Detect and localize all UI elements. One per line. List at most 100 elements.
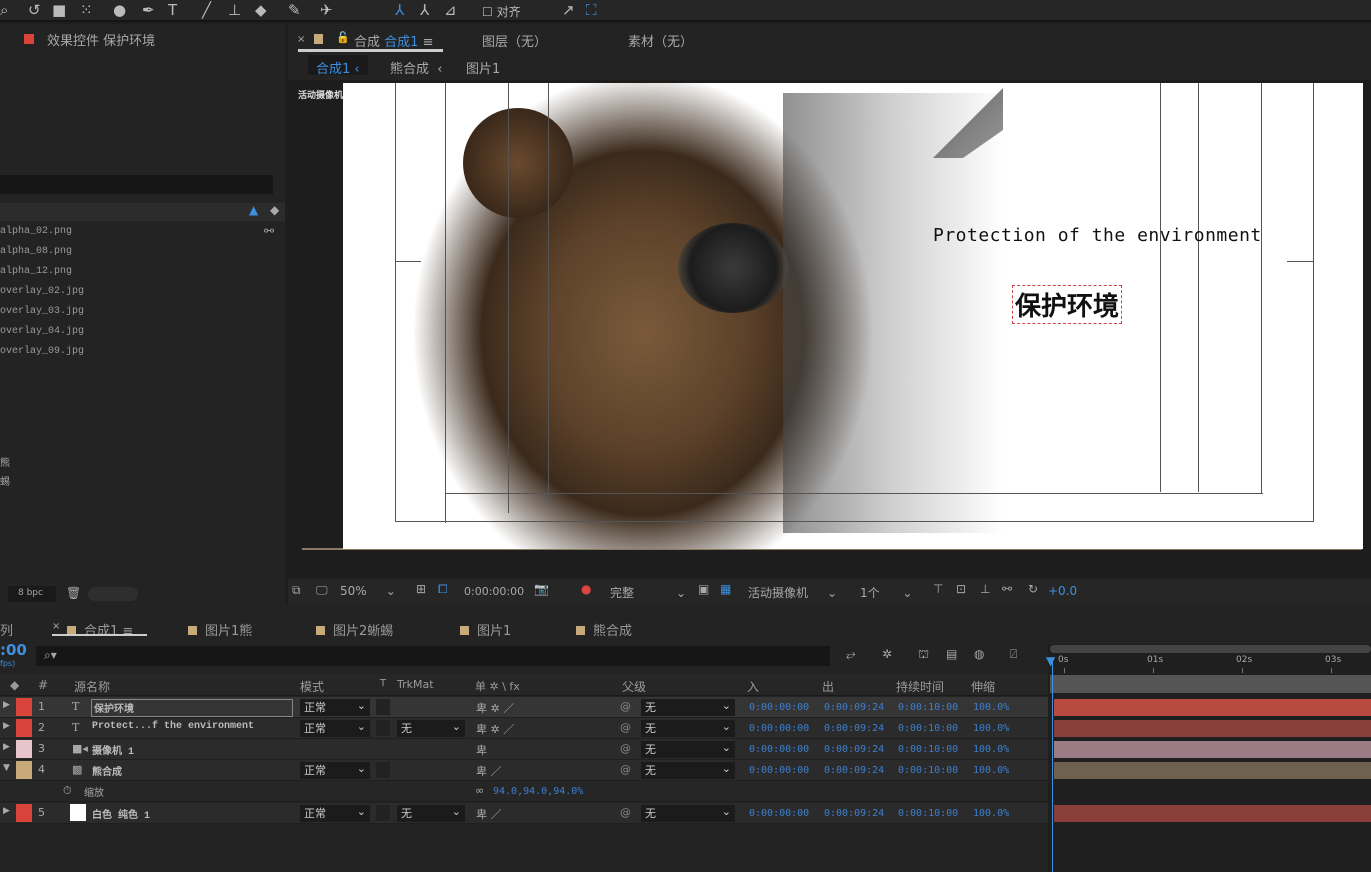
timeline-tab[interactable]: 图片2蜥蜴 bbox=[316, 620, 393, 639]
time-navigator[interactable] bbox=[1050, 675, 1371, 693]
out-point[interactable]: 0:00:09:24 bbox=[824, 744, 884, 755]
breadcrumb-bear-comp[interactable]: 熊合成 ‹ bbox=[390, 58, 442, 77]
channel-icon[interactable]: ● bbox=[581, 582, 591, 596]
pen-icon[interactable]: ✒ bbox=[142, 1, 155, 19]
out-point[interactable]: 0:00:09:24 bbox=[824, 702, 884, 713]
in-point[interactable]: 0:00:00:00 bbox=[749, 765, 809, 776]
rotate-icon[interactable]: ↺ bbox=[28, 1, 41, 19]
comp-text-chinese[interactable]: 保护环境 bbox=[1011, 285, 1123, 324]
layer-name[interactable]: 白色 纯色 1 bbox=[92, 806, 150, 822]
roi-icon[interactable]: ▣ bbox=[698, 582, 709, 596]
twirl-down-icon[interactable]: ▼ bbox=[3, 763, 10, 773]
preserve-transparency-toggle[interactable] bbox=[376, 699, 390, 715]
exposure-reset-icon[interactable]: ↻ bbox=[1028, 582, 1038, 596]
comp-text-english[interactable]: Protection of the environment bbox=[933, 225, 1262, 246]
pickwhip-icon[interactable]: @ bbox=[620, 806, 631, 819]
stretch[interactable]: 100.0% bbox=[973, 765, 1009, 776]
snap-icon[interactable]: ↗ bbox=[562, 1, 575, 19]
layer-label-color[interactable] bbox=[16, 740, 32, 758]
parent-select[interactable]: 无 ⌄ bbox=[641, 762, 735, 779]
tab-render-queue[interactable]: 列 bbox=[0, 620, 13, 639]
breadcrumb-comp1[interactable]: 合成1 ‹ bbox=[308, 55, 368, 77]
project-file-item[interactable]: alpha_08.png bbox=[0, 246, 72, 257]
blend-mode-select[interactable]: 正常 ⌄ bbox=[300, 805, 370, 822]
layer-row[interactable]: ▶ 5 白色 纯色 1 正常 ⌄ 无 ⌄ 卑 ／ @ 无 ⌄ 0:00:00:00 0… bbox=[0, 803, 1048, 824]
composition-mini-flowchart-icon[interactable]: ⥂ bbox=[846, 647, 856, 662]
preserve-transparency-toggle[interactable] bbox=[376, 720, 390, 736]
layer-row[interactable]: ▶ 2 T Protect...f the environment 正常 ⌄ 无 ⌄… bbox=[0, 718, 1048, 739]
ellipse-icon[interactable]: ● bbox=[113, 1, 126, 19]
in-point[interactable]: 0:00:00:00 bbox=[749, 723, 809, 734]
align-checkbox[interactable]: ☐ 对齐 bbox=[482, 3, 521, 20]
parent-select[interactable]: 无 ⌄ bbox=[641, 805, 735, 822]
blend-mode-select[interactable]: 正常 ⌄ bbox=[300, 720, 370, 737]
layer-row[interactable]: ▼ 4 ▩ 熊合成 正常 ⌄ 卑 ／ @ 无 ⌄ 0:00:00:00 0:00:0… bbox=[0, 760, 1048, 781]
out-point[interactable]: 0:00:09:24 bbox=[824, 765, 884, 776]
project-search-input[interactable] bbox=[0, 175, 273, 194]
project-file-item[interactable]: overlay_04.jpg bbox=[0, 326, 84, 337]
flowchart-icon[interactable]: ⚯ bbox=[1002, 582, 1012, 596]
shy-switch[interactable]: 卑 ✲ ／ bbox=[476, 700, 514, 716]
sort-ascending-icon[interactable]: ▲ bbox=[249, 203, 258, 217]
twirl-right-icon[interactable]: ▶ bbox=[3, 700, 10, 710]
graph-editor-icon[interactable]: ⍁ bbox=[1010, 647, 1017, 662]
pickwhip-icon[interactable]: @ bbox=[620, 742, 631, 755]
fast-preview-icon[interactable]: ⊡ bbox=[956, 582, 966, 596]
lock-icon[interactable]: 🔓 bbox=[336, 31, 350, 44]
3d-view-select[interactable]: 活动摄像机 ⌄ bbox=[748, 584, 837, 601]
pan-behind-icon[interactable]: ⁙ bbox=[80, 1, 93, 19]
frame-blending-icon[interactable]: ▤ bbox=[946, 647, 957, 661]
tab-layer[interactable]: 图层（无） bbox=[482, 31, 547, 50]
zoom-icon[interactable]: ⌕ bbox=[0, 1, 8, 19]
layer-name[interactable]: 保护环境 bbox=[91, 699, 293, 717]
layer-duration-bar[interactable] bbox=[1054, 805, 1371, 822]
project-file-item[interactable]: overlay_09.jpg bbox=[0, 346, 84, 357]
pickwhip-icon[interactable]: @ bbox=[620, 721, 631, 734]
preserve-transparency-toggle[interactable] bbox=[376, 805, 390, 821]
transparency-grid-icon[interactable]: ▦ bbox=[720, 582, 731, 596]
label-icon[interactable]: ◆ bbox=[270, 203, 279, 217]
project-file-item[interactable]: overlay_02.jpg bbox=[0, 286, 84, 297]
world-axis-icon[interactable]: ⅄ bbox=[420, 1, 429, 19]
stretch[interactable]: 100.0% bbox=[973, 723, 1009, 734]
track-matte-select[interactable]: 无 ⌄ bbox=[397, 805, 465, 822]
motion-blur-icon[interactable]: ◍ bbox=[974, 647, 984, 661]
bpc-button[interactable]: 8 bpc bbox=[8, 586, 56, 602]
current-time[interactable]: 0:00:00:00 bbox=[464, 585, 524, 598]
local-axis-icon[interactable]: ⅄ bbox=[395, 1, 404, 19]
parent-select[interactable]: 无 ⌄ bbox=[641, 699, 735, 716]
trash-icon[interactable]: 🗑 bbox=[66, 586, 81, 600]
eraser-icon[interactable]: ◆ bbox=[255, 1, 267, 19]
scale-value[interactable]: 94.0,94.0,94.0% bbox=[493, 786, 583, 797]
shy-switch[interactable]: 卑 ✲ ／ bbox=[476, 721, 514, 737]
timeline-tab[interactable]: 图片1 bbox=[460, 620, 511, 639]
blend-mode-select[interactable]: 正常 ⌄ bbox=[300, 762, 370, 779]
magnification-select[interactable]: 50% ⌄ bbox=[340, 584, 396, 598]
parent-select[interactable]: 无 ⌄ bbox=[641, 741, 735, 758]
composition-frame[interactable]: Protection of the environment 保护环境 bbox=[343, 83, 1363, 549]
tab-footage[interactable]: 素材（无） bbox=[628, 31, 693, 50]
project-folder[interactable]: 熊 bbox=[0, 454, 10, 469]
timeline-timecode[interactable]: :00 bbox=[0, 641, 27, 659]
layer-duration-bar[interactable] bbox=[1054, 762, 1371, 779]
blend-mode-select[interactable]: 正常 ⌄ bbox=[300, 699, 370, 716]
duration[interactable]: 0:00:10:00 bbox=[898, 744, 958, 755]
layer-label-color[interactable] bbox=[16, 719, 32, 737]
project-file-item[interactable]: overlay_03.jpg bbox=[0, 306, 84, 317]
monitor-icon[interactable]: 🖵 bbox=[316, 583, 328, 598]
preserve-transparency-toggle[interactable] bbox=[376, 762, 390, 778]
layer-duration-bar[interactable] bbox=[1054, 741, 1371, 758]
project-folder[interactable]: 蜥蜴 bbox=[0, 473, 10, 488]
timeline-tab[interactable]: 合成1 ≡ bbox=[67, 620, 133, 639]
out-point[interactable]: 0:00:09:24 bbox=[824, 723, 884, 734]
duration[interactable]: 0:00:10:00 bbox=[898, 808, 958, 819]
pickwhip-icon[interactable]: @ bbox=[620, 700, 631, 713]
stretch[interactable]: 100.0% bbox=[973, 702, 1009, 713]
duration[interactable]: 0:00:10:00 bbox=[898, 765, 958, 776]
flowchart-icon[interactable]: ⚯ bbox=[264, 224, 274, 238]
layer-label-color[interactable] bbox=[16, 761, 32, 779]
stretch[interactable]: 100.0% bbox=[973, 808, 1009, 819]
resolution-select[interactable]: 完整 ⌄ bbox=[610, 584, 686, 601]
shy-layers-icon[interactable]: ⛫ bbox=[918, 647, 929, 663]
track-matte-select[interactable]: 无 ⌄ bbox=[397, 720, 465, 737]
